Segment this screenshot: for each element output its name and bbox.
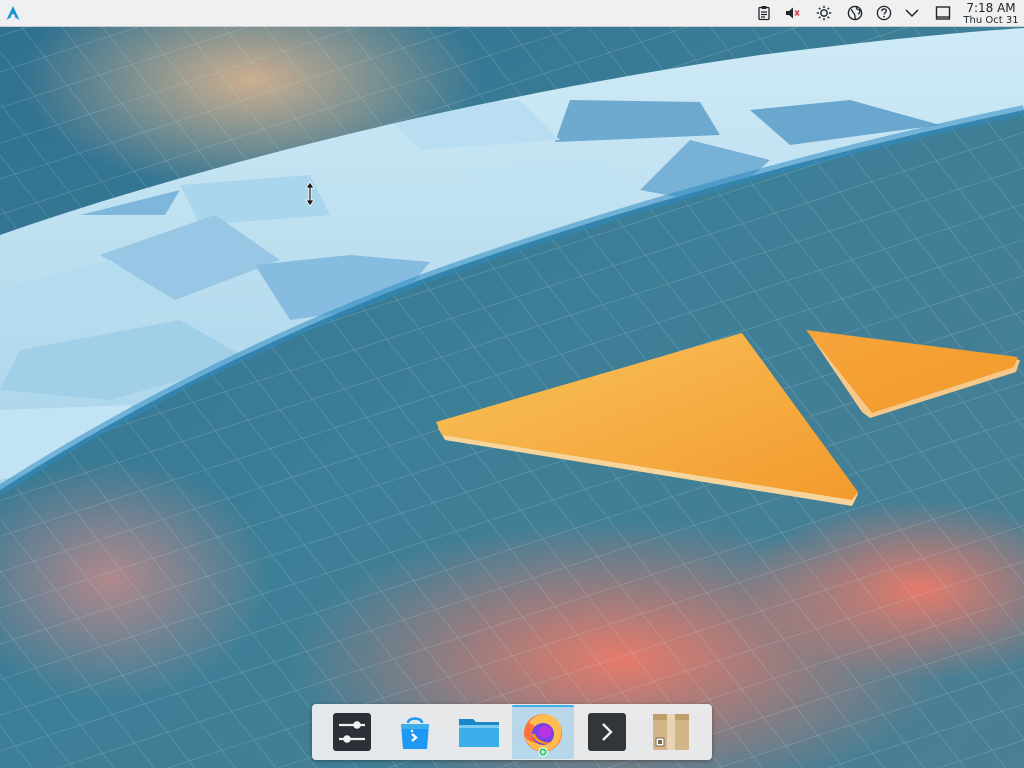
- clock-time: 7:18 AM: [966, 1, 1016, 15]
- system-settings-icon: [333, 713, 371, 751]
- volume-muted-icon[interactable]: [782, 3, 802, 23]
- network-globe-icon[interactable]: [845, 3, 865, 23]
- dock-item-system-settings[interactable]: [321, 705, 383, 759]
- clipboard-icon[interactable]: [754, 3, 774, 23]
- arch-logo-icon[interactable]: [2, 2, 24, 24]
- terminal-icon: [588, 713, 626, 751]
- help-icon[interactable]: [874, 3, 894, 23]
- task-manager-dock: [312, 704, 712, 760]
- firefox-icon: [524, 714, 562, 757]
- file-manager-icon: [459, 719, 499, 747]
- discover-store-icon: [401, 717, 429, 749]
- dock-item-file-manager[interactable]: [448, 705, 510, 759]
- chevron-down-icon[interactable]: [902, 3, 922, 23]
- brightness-icon[interactable]: [814, 3, 834, 23]
- top-panel: 7:18 AM Thu Oct 31: [0, 0, 1024, 27]
- dock-item-package-installer[interactable]: [640, 705, 702, 759]
- dock-item-discover[interactable]: [384, 705, 446, 759]
- clock-date: Thu Oct 31: [963, 15, 1019, 26]
- vertical-resize-cursor: [305, 181, 315, 207]
- digital-clock[interactable]: 7:18 AM Thu Oct 31: [962, 0, 1020, 27]
- desktop-wallpaper: [0, 0, 1024, 768]
- package-installer-icon: [653, 714, 689, 750]
- dock-item-firefox[interactable]: [512, 705, 574, 759]
- show-desktop-icon[interactable]: [933, 3, 953, 23]
- dock-item-terminal[interactable]: [576, 705, 638, 759]
